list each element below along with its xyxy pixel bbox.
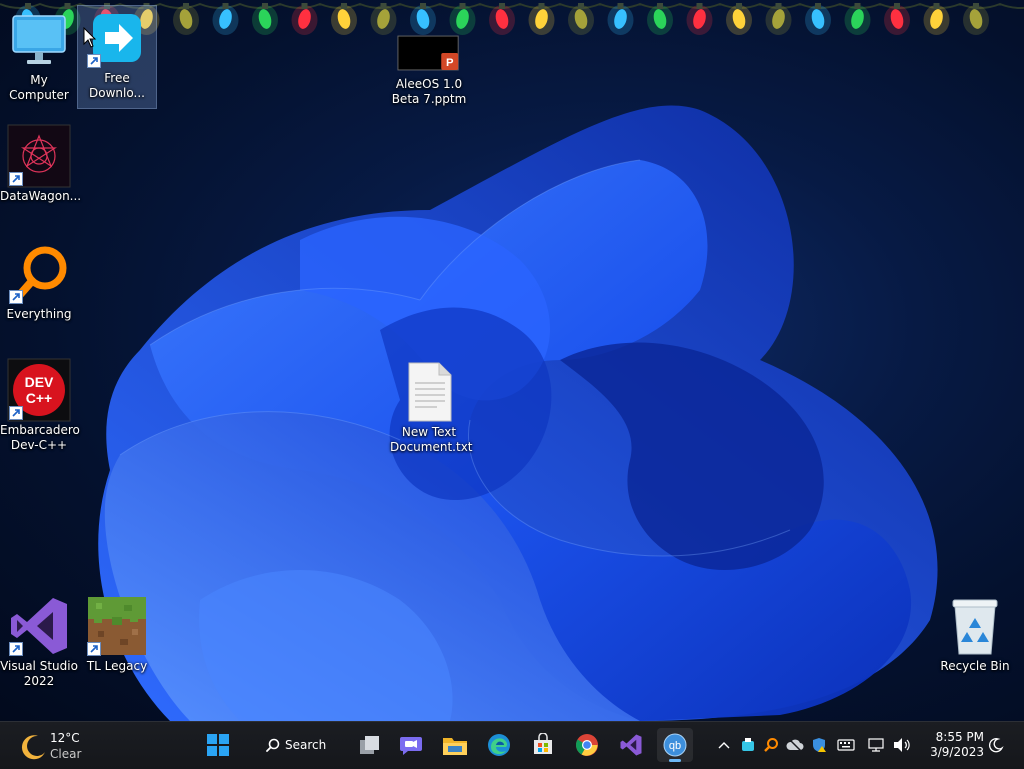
edge-browser-icon	[488, 734, 510, 756]
weather-temperature: 12°C	[50, 731, 80, 745]
folder-icon	[443, 738, 467, 755]
desktop-icon-label: Free Downlo...	[89, 71, 145, 100]
svg-text:qb: qb	[669, 740, 681, 752]
focus-moon-icon	[989, 738, 1004, 753]
chat-icon	[400, 737, 422, 755]
desktop-icon-label: Visual Studio 2022	[0, 659, 78, 688]
chrome-icon	[576, 734, 598, 756]
keyboard-icon	[837, 739, 855, 751]
file-explorer-button[interactable]	[437, 728, 473, 762]
magnifier-icon	[764, 738, 778, 752]
dev-badge-bottom: C++	[26, 390, 52, 406]
tray-volume-button[interactable]	[891, 732, 913, 758]
search-icon	[266, 738, 280, 752]
visual-studio-taskbar-button[interactable]	[613, 728, 649, 762]
desktop-icon-label: Everything	[6, 307, 72, 321]
powerpoint-file-icon: P	[397, 30, 461, 76]
desktop-icon-label: Recycle Bin	[940, 659, 1010, 673]
shortcut-arrow-icon	[87, 54, 101, 68]
monitor-icon	[7, 8, 71, 72]
speaker-icon	[894, 738, 910, 752]
desktop-icon-label: My Computer	[9, 73, 69, 102]
taskbar: 12°C Clear Search qb 8:55 PM 3/9/2023	[0, 721, 1024, 769]
shortcut-arrow-icon	[9, 290, 23, 304]
dev-cpp-icon: DEV C++	[7, 358, 71, 422]
magnifier-icon	[7, 242, 71, 306]
dev-badge-top: DEV	[25, 374, 54, 390]
search-button[interactable]: Search	[256, 729, 340, 761]
recycle-bin-icon	[943, 594, 1007, 658]
desktop-icon-label: AleeOS 1.0 Beta 7.pptm	[391, 77, 467, 106]
tray-network-button[interactable]	[866, 732, 888, 758]
desktop-icon-recycle-bin[interactable]: Recycle Bin	[936, 594, 1014, 674]
desktop[interactable]: My Computer Free Downlo... P AleeOS 1.0 …	[0, 0, 1024, 721]
tray-keyboard-button[interactable]	[835, 732, 857, 758]
microsoft-store-button[interactable]	[525, 728, 561, 762]
desktop-icon-label: New Text Document.txt	[390, 425, 473, 454]
start-button[interactable]	[200, 728, 236, 762]
windows-logo-icon	[207, 734, 229, 756]
chat-button[interactable]	[393, 728, 429, 762]
edge-button[interactable]	[481, 728, 517, 762]
desktop-icon-label: TL Legacy	[86, 659, 148, 673]
desktop-icon-datawagon[interactable]: DataWagon...	[0, 124, 82, 204]
minecraft-grass-block-icon	[85, 594, 149, 658]
desktop-icon-new-text-document[interactable]: New Text Document.txt	[390, 360, 473, 455]
visual-studio-icon	[7, 594, 71, 658]
chevron-up-icon	[718, 742, 730, 749]
clock-date: 3/9/2023	[930, 745, 984, 759]
qbittorrent-button[interactable]: qb	[657, 728, 693, 762]
shortcut-arrow-icon	[9, 642, 23, 656]
tray-security-button[interactable]	[808, 732, 830, 758]
tray-everything-button[interactable]	[760, 732, 782, 758]
desktop-icon-free-download-manager[interactable]: Free Downlo...	[77, 5, 157, 109]
network-icon	[868, 738, 884, 752]
svg-text:P: P	[446, 57, 454, 69]
store-bag-icon	[534, 733, 552, 754]
weather-widget[interactable]: 12°C Clear	[16, 726, 86, 766]
tray-cloud-button[interactable]	[784, 732, 806, 758]
chrome-button[interactable]	[569, 728, 605, 762]
text-file-icon	[397, 360, 461, 424]
desktop-icon-visual-studio-2022[interactable]: Visual Studio 2022	[0, 594, 78, 689]
shortcut-arrow-icon	[9, 406, 23, 420]
desktop-icon-everything[interactable]: Everything	[0, 242, 78, 322]
task-view-icon	[360, 736, 379, 754]
desktop-icon-aleeos-pptm[interactable]: P AleeOS 1.0 Beta 7.pptm	[390, 30, 468, 107]
desktop-icon-dev-cpp[interactable]: DEV C++ Embarcadero Dev-C++	[0, 358, 80, 453]
qbittorrent-icon: qb	[663, 733, 687, 757]
sync-app-icon	[742, 738, 754, 751]
clock-time: 8:55 PM	[935, 730, 984, 744]
visual-studio-icon	[620, 734, 642, 756]
tray-sync-icon-button[interactable]	[737, 732, 759, 758]
shortcut-arrow-icon	[9, 172, 23, 186]
desktop-icon-label: DataWagon...	[0, 189, 82, 203]
desktop-icon-tl-legacy[interactable]: TL Legacy	[78, 594, 156, 674]
moon-icon	[21, 735, 45, 760]
cloud-offline-icon	[786, 738, 804, 752]
desktop-icon-my-computer[interactable]: My Computer	[0, 8, 78, 103]
desktop-icon-label: Embarcadero Dev-C++	[0, 423, 80, 452]
search-label: Search	[285, 738, 327, 752]
notification-center-button[interactable]	[985, 732, 1007, 758]
shortcut-arrow-icon	[87, 642, 101, 656]
clock[interactable]: 8:55 PM 3/9/2023	[920, 730, 984, 760]
weather-condition: Clear	[50, 747, 82, 761]
shield-warning-icon	[813, 738, 826, 752]
datawagon-icon	[7, 124, 71, 188]
mouse-cursor-icon	[83, 27, 97, 48]
show-hidden-icons-button[interactable]	[713, 732, 735, 758]
task-view-button[interactable]	[352, 728, 388, 762]
